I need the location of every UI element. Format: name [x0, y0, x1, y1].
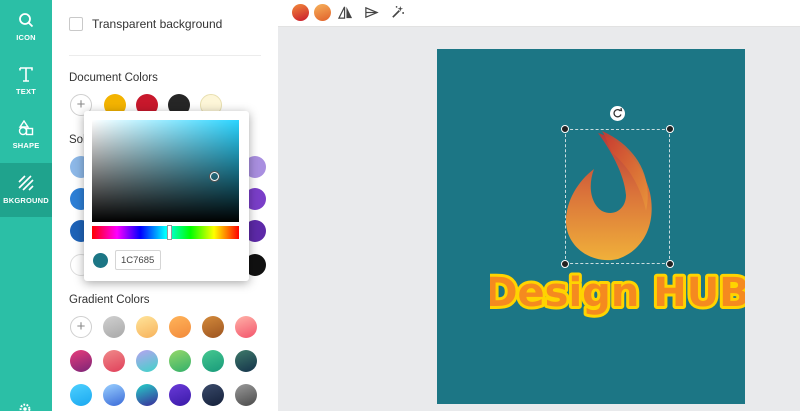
logo-text-label: Design HUB: [490, 270, 745, 316]
gear-icon[interactable]: [18, 402, 32, 411]
gradient-color-swatch[interactable]: [169, 384, 191, 406]
gradient-color-swatch[interactable]: [235, 350, 257, 372]
hue-slider[interactable]: [92, 225, 239, 240]
color-picker: [84, 111, 249, 281]
gradient-color-swatch[interactable]: [70, 384, 92, 406]
gradient-color-swatch[interactable]: [235, 316, 257, 338]
resize-handle-top-right[interactable]: [666, 125, 674, 133]
gradient-color-swatch[interactable]: [103, 316, 125, 338]
gradient-colors-title: Gradient Colors: [69, 294, 150, 306]
nav-label: BKGROUND: [3, 196, 49, 205]
document-colors-title: Document Colors: [69, 72, 158, 84]
gradient-swatch-button[interactable]: [314, 4, 331, 21]
gradient-swatch-button[interactable]: [292, 4, 309, 21]
nav-text[interactable]: TEXT: [0, 54, 52, 108]
gradient-color-swatch[interactable]: [70, 350, 92, 372]
side-nav: ICON TEXT SHAPE BKGROUND: [0, 0, 52, 411]
rotate-icon: [613, 107, 623, 118]
transparent-checkbox[interactable]: [69, 17, 83, 31]
nav-icon[interactable]: ICON: [0, 0, 52, 54]
transparent-label: Transparent background: [92, 17, 223, 31]
toolbar: [278, 0, 800, 27]
gradient-color-swatch[interactable]: [202, 350, 224, 372]
gradient-color-swatch[interactable]: [136, 350, 158, 372]
flip-horizontal-icon[interactable]: [338, 5, 353, 20]
divider: [69, 55, 261, 56]
hue-handle[interactable]: [167, 225, 172, 240]
add-gradient-color-button[interactable]: +: [70, 316, 92, 338]
rotate-handle[interactable]: [610, 106, 625, 121]
current-color-swatch: [93, 253, 108, 268]
nav-label: ICON: [16, 33, 36, 42]
gradient-color-swatch[interactable]: [136, 316, 158, 338]
shape-icon: [18, 120, 34, 136]
nav-shape[interactable]: SHAPE: [0, 108, 52, 162]
selection-box: [565, 129, 670, 264]
gradient-color-swatch[interactable]: [202, 384, 224, 406]
gradient-color-swatch[interactable]: [103, 384, 125, 406]
align-icon[interactable]: [364, 5, 379, 20]
saturation-handle[interactable]: [210, 172, 219, 181]
gradient-color-swatch[interactable]: [202, 316, 224, 338]
gradient-color-swatch[interactable]: [169, 316, 191, 338]
magic-wand-icon[interactable]: [390, 5, 405, 20]
saturation-value-area[interactable]: [92, 120, 239, 222]
nav-background[interactable]: BKGROUND: [0, 163, 52, 217]
nav-label: SHAPE: [12, 141, 40, 150]
transparent-background-toggle[interactable]: Transparent background: [69, 17, 222, 31]
background-icon: [18, 175, 34, 191]
search-icon: [19, 13, 34, 28]
text-icon: [19, 67, 33, 82]
logo-editor-app: ICON TEXT SHAPE BKGROUND Transparent bac…: [0, 0, 800, 411]
gradient-color-swatch[interactable]: [169, 350, 191, 372]
gradient-color-swatch[interactable]: [103, 350, 125, 372]
gradient-color-swatch[interactable]: [235, 384, 257, 406]
resize-handle-top-left[interactable]: [561, 125, 569, 133]
hex-input[interactable]: [115, 250, 161, 270]
nav-label: TEXT: [16, 87, 36, 96]
logo-text[interactable]: Design HUB: [490, 258, 745, 328]
gradient-color-swatch[interactable]: [136, 384, 158, 406]
